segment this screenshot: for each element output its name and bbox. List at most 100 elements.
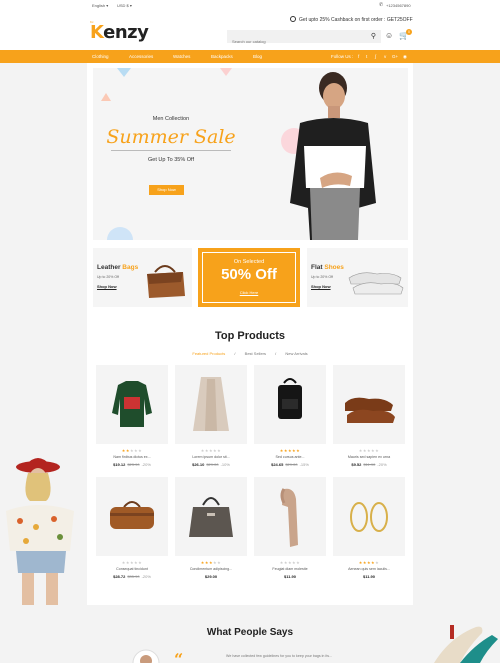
product-card[interactable]: ★★★★★ Feugiat diam molestie $11.90 (254, 477, 326, 579)
quote-icon: “ (174, 650, 184, 663)
flat-shoes-image (348, 272, 404, 295)
sale-banner[interactable]: On Selected 50% Off Click Here (198, 248, 300, 307)
product-rating: ★★★★★ (358, 560, 380, 565)
product-name[interactable]: Consequat tincidunt (96, 567, 168, 571)
product-image[interactable] (175, 477, 247, 556)
twitter-icon[interactable]: t (366, 54, 367, 59)
product-image[interactable] (333, 365, 405, 444)
product-name[interactable]: Mauris sed sapien ex urna (333, 455, 405, 459)
product-card[interactable]: ★★★★★ Aenean quis sem iaculis... $11.90 (333, 477, 405, 579)
testimonials-section: What People Says “ We have collected few… (0, 605, 500, 663)
banner-title: Flat Shoes (311, 264, 344, 271)
product-name[interactable]: Lorem ipsum dolor sit... (175, 455, 247, 459)
product-card[interactable]: ★★★★★ Condimentum adipiscing... $29.00 (175, 477, 247, 579)
search-box: ⚲ (227, 30, 381, 48)
product-price: $9.52 $11.90 -20% (351, 462, 387, 467)
hero-banner: Men Collection Summer Sale Get Up To 35%… (93, 68, 408, 240)
product-price: $11.90 (362, 574, 375, 579)
phone-number: +1234567890 (386, 3, 411, 8)
banner-shop-now-link[interactable]: Shop Now (97, 284, 117, 289)
hero-title: Summer Sale (106, 126, 236, 148)
instagram-icon[interactable]: ◉ (403, 54, 407, 60)
product-price: $28.72 $35.90 -20% (113, 574, 151, 579)
product-rating: ★★★★★ (121, 560, 143, 565)
hero-divider (111, 150, 231, 151)
shop-now-button[interactable]: Shop Now (149, 185, 184, 195)
product-price: $24.65 $29.00 -15% (271, 462, 309, 467)
banner-shop-now-link[interactable]: Shop Now (311, 284, 331, 289)
leather-bag-image (147, 265, 185, 298)
product-card[interactable]: ★★★★★ Lorem ipsum dolor sit... $26.10 $29… (175, 365, 247, 467)
testimonial-avatar (132, 649, 160, 663)
product-card[interactable]: ★★★★★ Nam finibus dictus ex... $19.12 $23… (96, 365, 168, 467)
nav-item-clothing[interactable]: Clothing (92, 54, 109, 59)
product-tabs: Featured Products / Best Sellers / New A… (87, 351, 413, 356)
side-model-image (6, 458, 74, 605)
top-bar: English ▾ USD $ ▾ ✆ +1234567890 (0, 0, 500, 10)
product-name[interactable]: Aenean quis sem iaculis... (333, 567, 405, 571)
banner-subtitle: Up to 20% Off (311, 275, 333, 279)
product-image[interactable] (254, 477, 326, 556)
hero-subtitle: Men Collection (152, 116, 190, 122)
banner-title: Leather Bags (97, 264, 139, 271)
header: Kc Kenzy Get upto 25% Cashback on first … (0, 10, 500, 50)
cashback-icon (290, 16, 296, 22)
rss-icon[interactable]: ʃ (375, 54, 376, 59)
tab-featured[interactable]: Featured Products (192, 351, 225, 356)
language-select[interactable]: English ▾ (92, 3, 108, 8)
nav-item-watches[interactable]: Watches (173, 54, 190, 59)
product-image[interactable] (333, 477, 405, 556)
product-price: $29.00 (204, 574, 218, 579)
product-card[interactable]: ★★★★★ Mauris sed sapien ex urna $9.52 $11… (333, 365, 405, 467)
nav-item-backpacks[interactable]: Backpacks (211, 54, 233, 59)
product-image[interactable] (254, 365, 326, 444)
product-image[interactable] (96, 365, 168, 444)
search-input[interactable] (227, 35, 357, 48)
tab-new-arrivals[interactable]: New Arrivals (285, 351, 307, 356)
site-logo[interactable]: Kenzy (90, 22, 149, 43)
user-icon[interactable]: ☺ (385, 31, 393, 40)
product-rating: ★★★★★ (279, 448, 301, 453)
product-price: $26.10 $29.00 -10% (192, 462, 230, 467)
tab-best-sellers[interactable]: Best Sellers (245, 351, 266, 356)
product-rating: ★★★★★ (358, 448, 380, 453)
product-card[interactable]: ★★★★★ Consequat tincidunt $28.72 $35.90 -2… (96, 477, 168, 579)
decor-circle (107, 227, 133, 240)
page: English ▾ USD $ ▾ ✆ +1234567890 Kc Kenzy… (0, 0, 500, 663)
phone-icon: ✆ (379, 2, 384, 8)
nav-item-blog[interactable]: Blog (253, 54, 262, 59)
vimeo-icon[interactable]: v (384, 54, 386, 59)
cashback-offer: Get upto 25% Cashback on first order : G… (299, 17, 413, 23)
product-card[interactable]: ★★★★★ Sed cursus ante... $24.65 $29.00 -15… (254, 365, 326, 467)
decor-triangle (117, 68, 131, 77)
main-nav: Clothing Accessories Watches Backpacks B… (0, 50, 500, 63)
hero-description: Get Up To 35% Off (148, 157, 194, 163)
product-name[interactable]: Condimentum adipiscing... (175, 567, 247, 571)
product-price: $19.12 $23.90 -20% (113, 462, 151, 467)
google-plus-icon[interactable]: G+ (392, 54, 398, 59)
product-image[interactable] (96, 477, 168, 556)
tab-separator: / (234, 351, 236, 356)
testimonial-text: We have collected few guidelines for you… (226, 654, 333, 658)
facebook-icon[interactable]: f (358, 54, 359, 59)
decor-triangle (220, 68, 232, 76)
sale-banner-discount: 50% Off (221, 266, 277, 283)
product-name[interactable]: Sed cursus ante... (254, 455, 326, 459)
product-name[interactable]: Feugiat diam molestie (254, 567, 326, 571)
sale-banner-link[interactable]: Click Here (198, 290, 300, 295)
product-name[interactable]: Nam finibus dictus ex... (96, 455, 168, 459)
nav-item-accessories[interactable]: Accessories (129, 54, 153, 59)
product-rating: ★★★★★ (200, 560, 222, 565)
product-image[interactable] (175, 365, 247, 444)
leather-bags-banner[interactable]: Leather Bags Up to 20% Off Shop Now (93, 248, 192, 307)
tab-separator: / (275, 351, 277, 356)
search-icon[interactable]: ⚲ (371, 32, 376, 40)
flat-shoes-banner[interactable]: Flat Shoes Up to 20% Off Shop Now (307, 248, 408, 307)
hero-model-image (290, 72, 376, 240)
product-rating: ★★★★★ (121, 448, 143, 453)
section-title: Top Products (214, 330, 286, 342)
heels-image (434, 625, 498, 663)
currency-select[interactable]: USD $ ▾ (117, 3, 132, 8)
sale-banner-label: On Selected (233, 259, 265, 265)
follow-us-label: Follow Us : (331, 54, 354, 59)
